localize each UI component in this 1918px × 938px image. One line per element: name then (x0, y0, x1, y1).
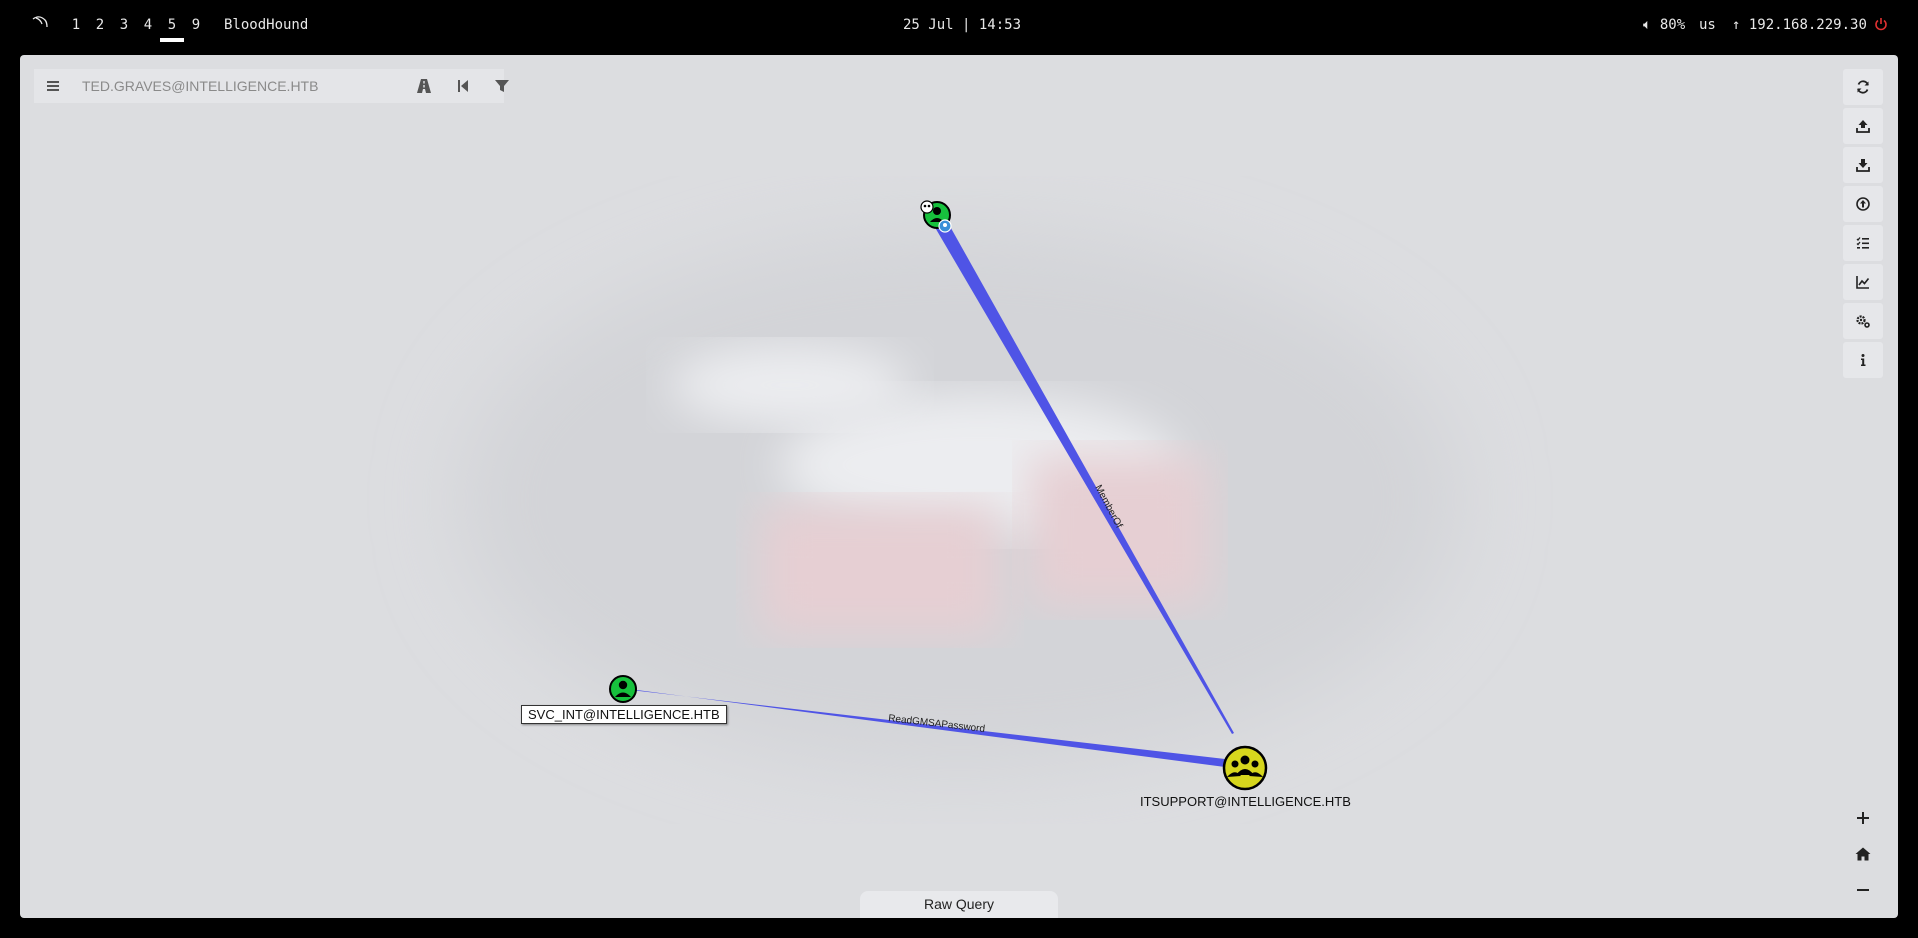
settings-icon (1856, 315, 1870, 328)
pathfinding-road-icon[interactable] (416, 78, 432, 94)
node-label-itsupport[interactable]: ITSUPPORT@INTELLIGENCE.HTB (1140, 794, 1351, 809)
workspace-3[interactable]: 3 (117, 16, 131, 34)
zoom-out-button[interactable] (1843, 872, 1883, 908)
top-bar: 1 2 3 4 5 9 BloodHound 25 Jul | 14:53 🔈︎… (0, 0, 1918, 48)
home-icon (1855, 847, 1871, 861)
import-button[interactable] (1843, 186, 1883, 222)
volume-icon: 🔈︎ (1643, 17, 1652, 33)
queue-button[interactable] (1843, 225, 1883, 261)
clock: 25 Jul | 14:53 (903, 17, 1022, 33)
node-label-svc-int[interactable]: SVC_INT@INTELLIGENCE.HTB (521, 705, 727, 724)
chart-button[interactable] (1843, 264, 1883, 300)
info-icon (1861, 354, 1866, 366)
edge-label-memberof: MemberOf (1092, 483, 1124, 530)
keyboard-layout[interactable]: us (1699, 16, 1716, 34)
bloodhound-window: MemberOf ReadGMSAPassword SVC_INT@INTELL… (20, 55, 1898, 918)
chart-icon (1856, 276, 1870, 289)
home-button[interactable] (1843, 836, 1883, 872)
network-status: ↑ 192.168.229.30 (1732, 16, 1867, 34)
raw-query-button[interactable]: Raw Query (860, 891, 1058, 918)
refresh-icon (1857, 80, 1869, 94)
refresh-button[interactable] (1843, 69, 1883, 105)
export-button[interactable] (1843, 147, 1883, 183)
workspace-2[interactable]: 2 (93, 16, 107, 34)
workspace-4[interactable]: 4 (141, 16, 155, 34)
export-icon (1856, 159, 1870, 172)
graph-node-user[interactable] (920, 200, 952, 233)
info-button[interactable] (1843, 342, 1883, 378)
owned-skull-icon (920, 200, 934, 214)
workspace-1[interactable]: 1 (69, 16, 83, 34)
window-title: BloodHound (224, 17, 309, 33)
edge-memberof[interactable] (933, 221, 1234, 734)
high-value-pin-icon (938, 219, 952, 233)
network-icon: ↑ (1732, 17, 1741, 33)
zoom-toolbar (1843, 800, 1883, 908)
workspace-9[interactable]: 9 (189, 16, 203, 34)
kali-logo-icon[interactable] (32, 15, 48, 29)
graph-canvas[interactable]: MemberOf ReadGMSAPassword (20, 55, 1898, 918)
settings-button[interactable] (1843, 303, 1883, 339)
back-icon[interactable] (455, 78, 471, 94)
ip-address: 192.168.229.30 (1748, 17, 1867, 33)
filter-icon[interactable] (494, 78, 510, 94)
import-icon (1856, 197, 1870, 211)
right-toolbar (1843, 69, 1883, 381)
upload-icon (1856, 120, 1870, 133)
workspace-5[interactable]: 5 (160, 16, 184, 42)
zoom-out-icon (1857, 889, 1869, 891)
volume-status[interactable]: 🔈︎ 80% (1643, 16, 1685, 34)
graph-node-svc-int[interactable] (609, 675, 637, 703)
zoom-in-button[interactable] (1843, 800, 1883, 836)
zoom-in-icon (1857, 812, 1869, 824)
hamburger-menu-icon[interactable] (46, 79, 60, 93)
search-bar (34, 69, 509, 103)
search-input[interactable] (82, 75, 382, 97)
graph-node-itsupport[interactable] (1222, 745, 1268, 791)
upload-button[interactable] (1843, 108, 1883, 144)
edge-label-readgmsapassword: ReadGMSAPassword (888, 713, 986, 735)
queue-icon (1856, 237, 1869, 249)
volume-level: 80% (1659, 17, 1686, 33)
power-icon[interactable] (1874, 17, 1888, 31)
